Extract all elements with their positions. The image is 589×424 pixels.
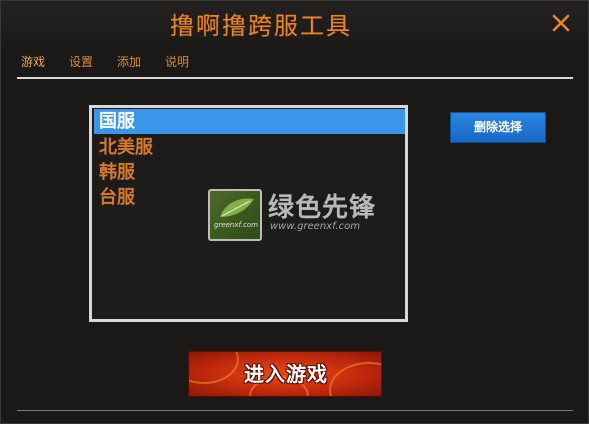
menu-item-help[interactable]: 说明 <box>165 51 189 73</box>
watermark-url: www.greenxf.com <box>270 221 360 232</box>
title-bar[interactable]: 撸啊撸跨服工具 <box>1 1 588 47</box>
leaf-icon <box>220 198 254 217</box>
menu-divider <box>17 77 573 79</box>
watermark-title: 绿色先锋 <box>268 193 377 223</box>
app-window: 撸啊撸跨服工具 游戏 设置 添加 说明 国服 北美服 韩服 台服 greenxf… <box>0 0 589 424</box>
delete-selection-button[interactable]: 删除选择 <box>450 112 546 143</box>
watermark-logo: greenxf.com <box>208 189 262 241</box>
enter-game-button[interactable]: 进入游戏 <box>188 351 382 397</box>
watermark: greenxf.com 绿色先锋 www.greenxf.com <box>208 187 380 243</box>
menu-item-add[interactable]: 添加 <box>117 51 141 73</box>
server-item-cn[interactable]: 国服 <box>94 109 405 134</box>
menu-bar: 游戏 设置 添加 说明 <box>21 51 213 73</box>
server-item-kr[interactable]: 韩服 <box>94 160 405 185</box>
bottom-divider <box>17 410 573 411</box>
menu-item-settings[interactable]: 设置 <box>69 51 93 73</box>
server-item-na[interactable]: 北美服 <box>94 135 405 160</box>
enter-game-label: 进入游戏 <box>244 362 328 386</box>
close-icon <box>552 14 570 32</box>
menu-item-game[interactable]: 游戏 <box>21 51 45 73</box>
watermark-badge-text: greenxf.com <box>214 221 259 229</box>
window-title: 撸啊撸跨服工具 <box>170 12 352 40</box>
close-button[interactable] <box>549 11 573 35</box>
